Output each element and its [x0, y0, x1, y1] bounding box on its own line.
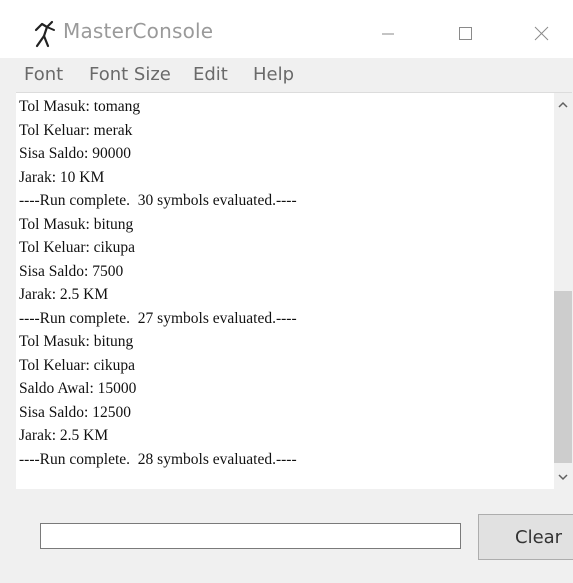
close-icon [534, 26, 549, 41]
console-output[interactable]: Tol Masuk: tomang Tol Keluar: merak Sisa… [16, 92, 572, 489]
scroll-thumb[interactable] [554, 291, 572, 463]
menu-font[interactable]: Font [24, 64, 63, 85]
close-button[interactable] [519, 14, 565, 52]
console-line: Sisa Saldo: 7500 [19, 262, 124, 280]
console-line: Sisa Saldo: 12500 [19, 403, 131, 421]
menu-edit[interactable]: Edit [193, 64, 228, 85]
menu-font-size[interactable]: Font Size [89, 64, 171, 85]
menu-bar: Font Font Size Edit Help [0, 58, 573, 90]
app-stick-figure-icon [30, 20, 60, 48]
clear-button[interactable]: Clear [478, 514, 573, 560]
console-line: Jarak: 10 KM [19, 168, 105, 186]
minimize-button[interactable] [365, 14, 411, 52]
minimize-icon [382, 33, 394, 35]
menu-help[interactable]: Help [253, 64, 294, 85]
maximize-icon [459, 27, 472, 40]
console-line: Tol Keluar: cikupa [19, 356, 135, 374]
console-line: ----Run complete. 30 symbols evaluated.-… [19, 192, 297, 209]
console-line: ----Run complete. 27 symbols evaluated.-… [19, 309, 297, 327]
chevron-down-icon [558, 474, 568, 481]
console-line: Tol Masuk: bitung [19, 333, 134, 350]
console-line: ----Run complete. 28 symbols evaluated.-… [19, 450, 297, 468]
console-line: Saldo Awal: 15000 [19, 380, 137, 397]
console-line: Tol Masuk: bitung [19, 215, 134, 233]
maximize-button[interactable] [442, 14, 488, 52]
window-title: MasterConsole [63, 19, 214, 43]
console-line: Jarak: 2.5 KM [19, 427, 109, 444]
master-console-window: MasterConsole Font Font Size Edit Help T… [0, 0, 573, 583]
console-line: Jarak: 2.5 KM [19, 286, 109, 303]
console-line: Tol Masuk: tomang [19, 98, 141, 115]
chevron-up-icon [558, 101, 568, 108]
scroll-down-button[interactable] [554, 465, 572, 489]
console-line: Tol Keluar: merak [19, 121, 133, 139]
vertical-scrollbar[interactable] [554, 93, 572, 489]
console-line: Tol Keluar: cikupa [19, 239, 135, 256]
command-input[interactable] [40, 523, 461, 549]
console-lines: Tol Masuk: tomang Tol Keluar: merak Sisa… [19, 95, 549, 471]
console-line: Sisa Saldo: 90000 [19, 145, 131, 162]
title-bar[interactable]: MasterConsole [0, 0, 573, 58]
scroll-up-button[interactable] [554, 93, 572, 117]
